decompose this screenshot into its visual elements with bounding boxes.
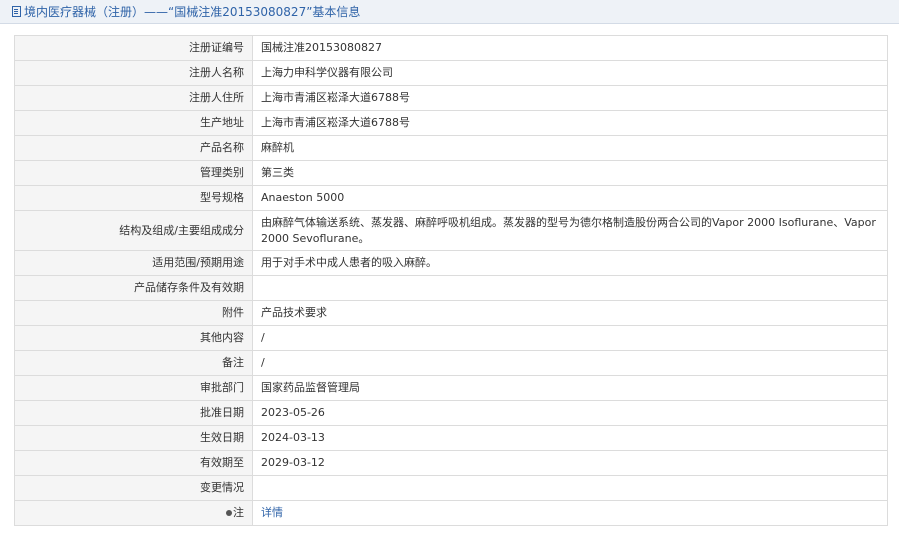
table-row: 型号规格 Anaeston 5000 <box>14 185 888 211</box>
row-label: 注册人名称 <box>14 60 253 86</box>
document-icon <box>12 6 21 17</box>
row-label: 批准日期 <box>14 400 253 426</box>
note-label: 注 <box>14 500 253 526</box>
row-label: 其他内容 <box>14 325 253 351</box>
table-row: 审批部门 国家药品监督管理局 <box>14 375 888 401</box>
table-row: 其他内容 / <box>14 325 888 351</box>
table-row: 有效期至 2029-03-12 <box>14 450 888 476</box>
row-value: 产品技术要求 <box>252 300 888 326</box>
table-row: 变更情况 <box>14 475 888 501</box>
row-value: 第三类 <box>252 160 888 186</box>
row-label: 生产地址 <box>14 110 253 136</box>
row-label: 生效日期 <box>14 425 253 451</box>
row-value: 2024-03-13 <box>252 425 888 451</box>
table-row: 产品名称 麻醉机 <box>14 135 888 161</box>
row-label: 型号规格 <box>14 185 253 211</box>
row-value: 国械注准20153080827 <box>252 35 888 61</box>
table-row: 注 详情 <box>14 500 888 526</box>
info-container: 注册证编号 国械注准20153080827 注册人名称 上海力申科学仪器有限公司… <box>0 24 899 526</box>
row-label: 适用范围/预期用途 <box>14 250 253 276</box>
row-value: 由麻醉气体输送系统、蒸发器、麻醉呼吸机组成。蒸发器的型号为德尔格制造股份两合公司… <box>252 210 888 251</box>
row-value: / <box>252 325 888 351</box>
row-value: 用于对手术中成人患者的吸入麻醉。 <box>252 250 888 276</box>
row-label: 有效期至 <box>14 450 253 476</box>
row-label: 注册人住所 <box>14 85 253 111</box>
details-link[interactable]: 详情 <box>261 506 283 519</box>
table-row: 结构及组成/主要组成成分 由麻醉气体输送系统、蒸发器、麻醉呼吸机组成。蒸发器的型… <box>14 210 888 251</box>
row-value: 2023-05-26 <box>252 400 888 426</box>
table-row: 备注 / <box>14 350 888 376</box>
row-value: 国家药品监督管理局 <box>252 375 888 401</box>
row-value <box>252 475 888 501</box>
row-value: Anaeston 5000 <box>252 185 888 211</box>
row-value: 上海市青浦区崧泽大道6788号 <box>252 110 888 136</box>
page-header: 境内医疗器械（注册）——“国械注准20153080827”基本信息 <box>0 0 899 24</box>
row-label: 注册证编号 <box>14 35 253 61</box>
row-label: 附件 <box>14 300 253 326</box>
table-row: 生效日期 2024-03-13 <box>14 425 888 451</box>
table-row: 注册证编号 国械注准20153080827 <box>14 35 888 61</box>
row-label: 结构及组成/主要组成成分 <box>14 210 253 251</box>
row-value: 上海市青浦区崧泽大道6788号 <box>252 85 888 111</box>
row-value: 2029-03-12 <box>252 450 888 476</box>
location-pin-icon <box>226 510 232 516</box>
row-label: 管理类别 <box>14 160 253 186</box>
table-row: 管理类别 第三类 <box>14 160 888 186</box>
page-title: 境内医疗器械（注册）——“国械注准20153080827”基本信息 <box>24 5 361 19</box>
table-row: 生产地址 上海市青浦区崧泽大道6788号 <box>14 110 888 136</box>
table-row: 注册人名称 上海力申科学仪器有限公司 <box>14 60 888 86</box>
row-value: / <box>252 350 888 376</box>
row-label: 产品名称 <box>14 135 253 161</box>
table-row: 产品储存条件及有效期 <box>14 275 888 301</box>
row-value: 麻醉机 <box>252 135 888 161</box>
table-row: 附件 产品技术要求 <box>14 300 888 326</box>
row-value: 上海力申科学仪器有限公司 <box>252 60 888 86</box>
table-row: 批准日期 2023-05-26 <box>14 400 888 426</box>
row-label: 审批部门 <box>14 375 253 401</box>
table-row: 适用范围/预期用途 用于对手术中成人患者的吸入麻醉。 <box>14 250 888 276</box>
info-table: 注册证编号 国械注准20153080827 注册人名称 上海力申科学仪器有限公司… <box>14 35 888 526</box>
table-row: 注册人住所 上海市青浦区崧泽大道6788号 <box>14 85 888 111</box>
row-label: 变更情况 <box>14 475 253 501</box>
row-value <box>252 275 888 301</box>
row-label: 产品储存条件及有效期 <box>14 275 253 301</box>
row-label-text: 注 <box>233 506 244 519</box>
row-label: 备注 <box>14 350 253 376</box>
row-value: 详情 <box>252 500 888 526</box>
